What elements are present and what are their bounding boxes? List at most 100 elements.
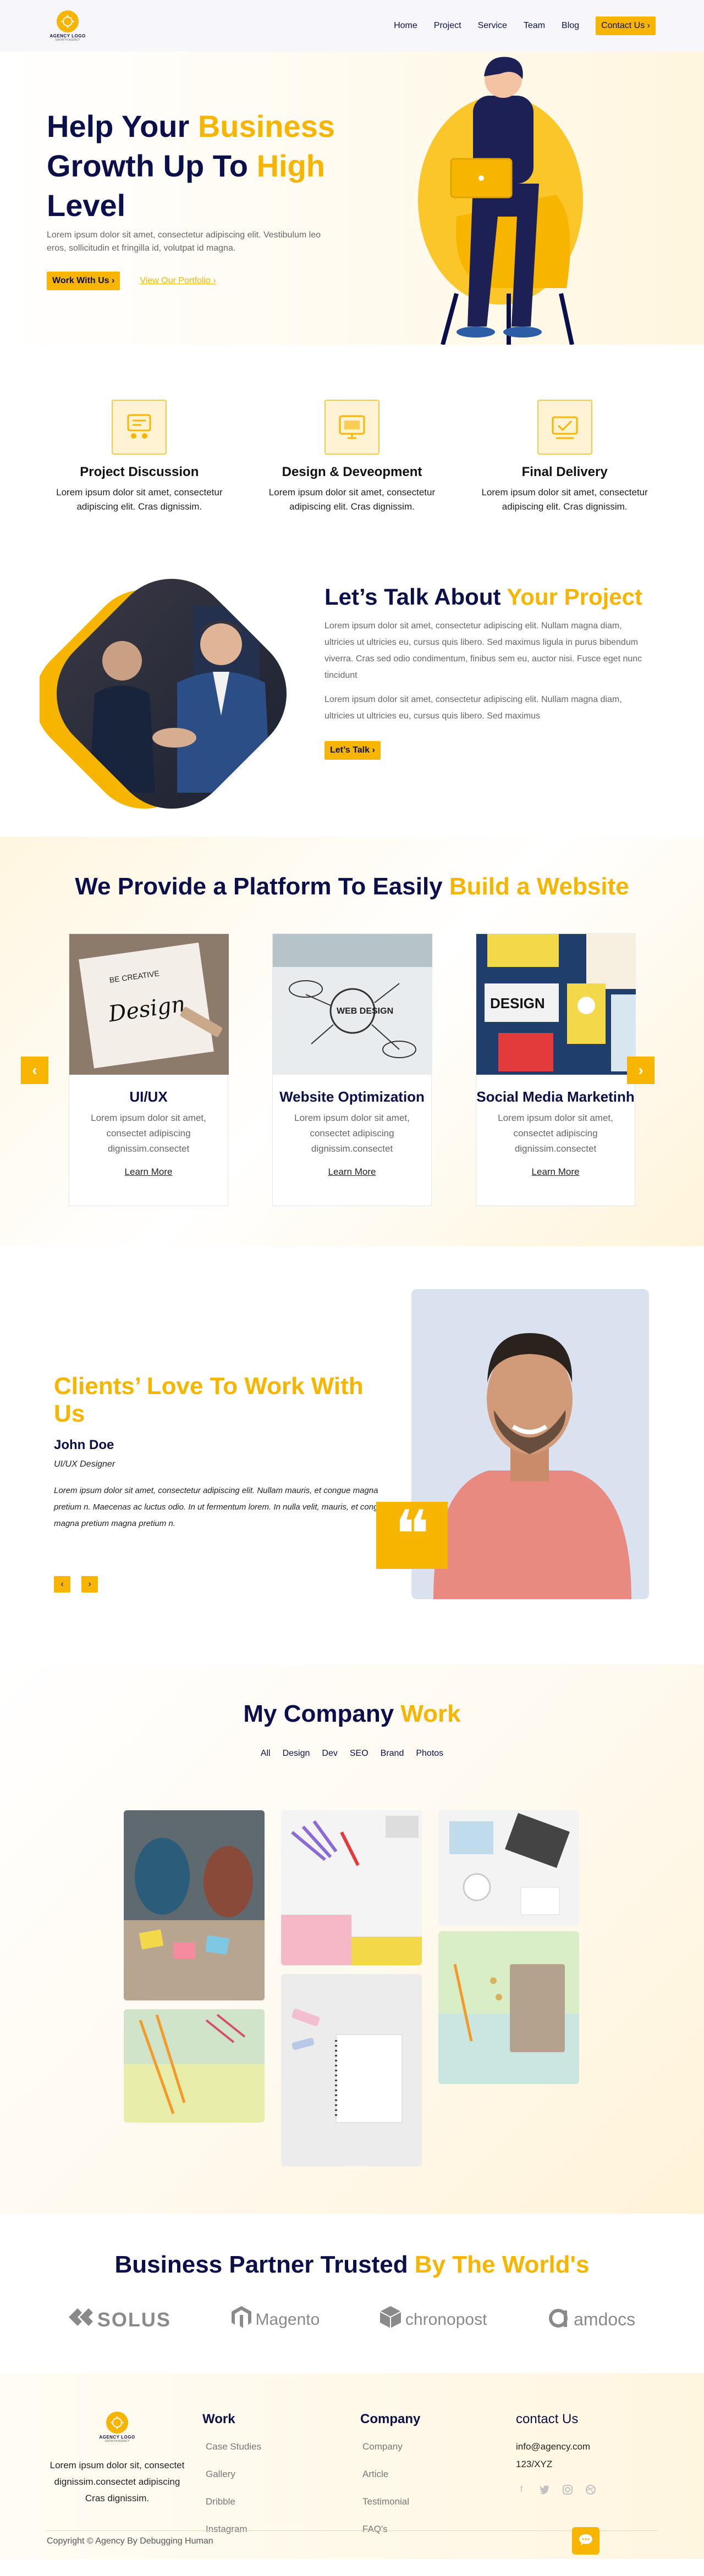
platform-title: We Provide a Platform To Easily Build a … (0, 873, 704, 900)
learn-more-link[interactable]: Learn More (532, 1167, 580, 1178)
hero-title-accent-2: High (256, 148, 325, 183)
discussion-icon (112, 400, 167, 455)
footer-link-case-studies[interactable]: Case Studies (206, 2439, 261, 2455)
facebook-icon[interactable]: f (516, 2484, 527, 2495)
contact-us-button[interactable]: Contact Us › (596, 16, 656, 35)
copyright: Copyright © Agency By Debugging Human (47, 2530, 657, 2546)
dribbble-icon[interactable] (585, 2484, 596, 2495)
nav-home[interactable]: Home (394, 21, 417, 31)
uiux-card-image: BE CREATIVE Design (69, 934, 229, 1075)
portfolio-item[interactable] (124, 2009, 265, 2122)
chevron-right-icon: › (88, 1579, 91, 1589)
chevron-right-icon: › (372, 745, 375, 755)
copyright-link[interactable]: Debugging Human (140, 2536, 213, 2546)
footer-contact-column: contact Us info@agency.com 123/XYZ f (516, 2412, 596, 2495)
card-image-caption: DESIGN (490, 995, 545, 1011)
testimonial-nav: ‹ › (54, 1576, 395, 1593)
portfolio-item[interactable] (281, 1810, 422, 1965)
testimonial-next-button[interactable]: › (81, 1576, 98, 1593)
nav-blog[interactable]: Blog (562, 21, 579, 31)
portfolio-filters: All Design Dev SEO Brand Photos (0, 1749, 704, 1759)
chronopost-logo-icon (380, 2306, 402, 2333)
portfolio-item[interactable] (281, 1974, 422, 2166)
portfolio-item[interactable] (438, 1931, 579, 2084)
testimonial-title: Clients’ Love To Work With Us (54, 1373, 364, 1427)
service-card[interactable]: WEB DESIGN Website Optimization Lorem ip… (272, 933, 432, 1206)
partner-logo-magento[interactable]: Magento (231, 2306, 320, 2333)
footer-address: 123/XYZ (516, 2459, 553, 2469)
partner-logo-chronopost[interactable]: chronopost (380, 2306, 487, 2333)
partner-name: amdocs (574, 2309, 636, 2329)
work-with-us-label: Work With Us (52, 276, 109, 285)
filter-design[interactable]: Design (283, 1749, 310, 1759)
logo-text: AGENCY LOGO (50, 33, 86, 38)
instagram-icon[interactable] (562, 2484, 573, 2495)
lets-talk-button[interactable]: Let’s Talk › (324, 741, 381, 760)
logo-icon (106, 2412, 128, 2434)
hero-title: Help Your Business Growth Up To High Lev… (47, 107, 355, 225)
footer-company-title: Company (360, 2412, 421, 2426)
card-title: UI/UX (129, 1088, 168, 1105)
client-role: UI/UX Designer (54, 1460, 116, 1469)
portfolio-item[interactable] (124, 1810, 265, 2000)
nav-team[interactable]: Team (524, 21, 545, 31)
twitter-icon[interactable] (539, 2484, 550, 2495)
logo-subtext: GROWTH AGENCY (55, 38, 80, 42)
chevron-right-icon: › (213, 276, 216, 285)
portfolio-item[interactable] (438, 1810, 579, 1926)
chat-button[interactable] (572, 2527, 600, 2555)
portfolio-title: My Company Work (0, 1700, 704, 1728)
work-with-us-button[interactable]: Work With Us › (47, 272, 120, 290)
platform-title-text: We Provide a Platform To Easily (75, 873, 449, 900)
testimonial-text: Clients’ Love To Work With Us John Doe U… (54, 1373, 395, 1593)
footer-work-column: Work Case Studies Gallery Dribble Instag… (202, 2412, 261, 2537)
carousel-prev-button[interactable]: ‹ (21, 1057, 48, 1084)
card-title: Website Optimization (279, 1088, 425, 1105)
partner-logo-amdocs[interactable]: amdocs (547, 2306, 635, 2333)
footer-logo[interactable]: AGENCY LOGO GROWTH AGENCY (98, 2412, 136, 2443)
nav-project[interactable]: Project (434, 21, 461, 31)
footer-email: info@agency.com (516, 2441, 591, 2452)
filter-photos[interactable]: Photos (416, 1749, 443, 1759)
testimonial-section: Clients’ Love To Work With Us John Doe U… (0, 1246, 704, 1664)
view-portfolio-link[interactable]: View Our Portfolio › (140, 276, 216, 286)
chevron-right-icon: › (638, 1062, 644, 1079)
learn-more-link[interactable]: Learn More (125, 1167, 173, 1178)
testimonial-prev-button[interactable]: ‹ (54, 1576, 70, 1593)
card-text: Lorem ipsum dolor sit amet, consectet ad… (91, 1113, 206, 1154)
platform-title-accent: Build a Website (449, 873, 629, 900)
partner-logo-solus[interactable]: SOLUS (68, 2307, 171, 2332)
footer-link-company[interactable]: Company (362, 2439, 420, 2455)
magento-logo-icon (231, 2306, 251, 2333)
social-links: f (516, 2484, 596, 2495)
footer-link-testimonial[interactable]: Testimonial (362, 2494, 420, 2509)
filter-dev[interactable]: Dev (322, 1749, 337, 1759)
agency-logo[interactable]: AGENCY LOGO GROWTH AGENCY (48, 10, 87, 42)
hero-illustration (418, 57, 583, 345)
hero-section: Help Your Business Growth Up To High Lev… (0, 52, 704, 345)
talk-title: Let’s Talk About Your Project (324, 584, 649, 610)
feature-title: Design & Deveopment (282, 465, 422, 479)
partner-name: chronopost (405, 2310, 487, 2329)
filter-seo[interactable]: SEO (350, 1749, 369, 1759)
nav-service[interactable]: Service (478, 21, 507, 31)
service-cards: BE CREATIVE Design UI/UX Lorem ipsum dol… (0, 933, 704, 1206)
view-portfolio-label: View Our Portfolio (140, 276, 211, 285)
partners-title-accent: By The World's (414, 2251, 590, 2278)
service-card[interactable]: BE CREATIVE Design UI/UX Lorem ipsum dol… (69, 933, 229, 1206)
carousel-next-button[interactable]: › (627, 1057, 654, 1084)
learn-more-link[interactable]: Learn More (328, 1167, 376, 1178)
solus-logo-icon (68, 2307, 93, 2332)
footer-link-article[interactable]: Article (362, 2467, 420, 2482)
partners-title: Business Partner Trusted By The World's (0, 2251, 704, 2279)
hero-description: Lorem ipsum dolor sit amet, consectetur … (47, 230, 321, 253)
footer-link-dribble[interactable]: Dribble (206, 2494, 261, 2509)
feature-card: Design & Deveopment Lorem ipsum dolor si… (253, 400, 451, 567)
footer-company-column: Company Company Article Testimonial FAQ'… (360, 2412, 420, 2537)
hero-title-text-1: Help Your (47, 109, 198, 143)
amdocs-logo-icon (547, 2306, 569, 2333)
service-card[interactable]: DESIGN Social Media Marketinh Lorem ipsu… (476, 933, 636, 1206)
filter-all[interactable]: All (261, 1749, 271, 1759)
footer-link-gallery[interactable]: Gallery (206, 2467, 261, 2482)
filter-brand[interactable]: Brand (381, 1749, 404, 1759)
